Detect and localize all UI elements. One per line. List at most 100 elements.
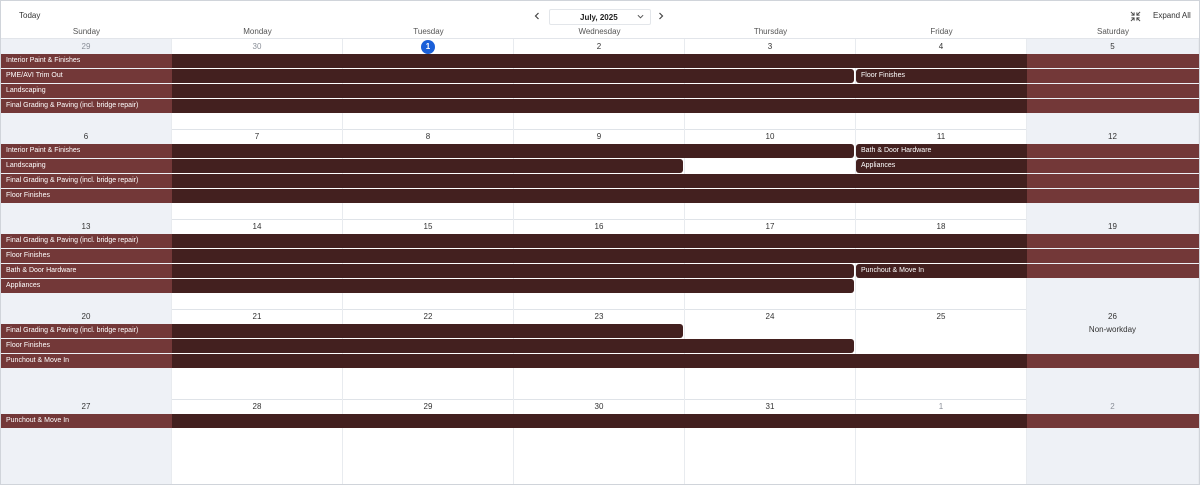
event-bar[interactable]: Floor Finishes (1, 339, 854, 353)
event-weekend-segment (1027, 189, 1199, 203)
event-bar[interactable]: Final Grading & Paving (incl. bridge rep… (1, 174, 1199, 188)
event-bar[interactable]: Punchout & Move In (1, 414, 1199, 428)
chevron-down-icon (637, 14, 644, 19)
day-number: 16 (594, 222, 604, 231)
event-weekend-segment (1027, 54, 1199, 68)
month-label: July, 2025 (580, 13, 618, 22)
day-number: 24 (765, 312, 775, 321)
non-workday-label: Non-workday (1088, 325, 1137, 334)
day-cell[interactable]: 27 (1, 399, 172, 484)
event-label: Appliances (6, 282, 41, 289)
event-bar[interactable]: Final Grading & Paving (incl. bridge rep… (1, 99, 1199, 113)
day-header-monday: Monday (243, 27, 272, 36)
day-number: 1 (343, 40, 513, 54)
event-weekend-segment (1027, 69, 1199, 83)
event-bar[interactable]: Final Grading & Paving (incl. bridge rep… (1, 234, 1199, 248)
calendar-week: 20 21 22 23 24 25 26 Non-workday Final Grading &… (1, 309, 1199, 400)
day-cell[interactable]: 30 (514, 399, 685, 484)
event-label: Punchout & Move In (6, 357, 70, 364)
day-number: 26 (1108, 312, 1117, 321)
day-number: 21 (252, 312, 262, 321)
next-month-button[interactable] (654, 9, 668, 23)
event-label: Floor Finishes (6, 252, 50, 259)
day-number: 9 (596, 132, 602, 141)
event-weekend-segment (1027, 84, 1199, 98)
event-bar[interactable]: Floor Finishes (856, 69, 1199, 83)
event-bar[interactable]: Appliances (1, 279, 854, 293)
event-weekend-segment (1027, 354, 1199, 368)
calendar-frame: Today July, 2025 Expand All Sunday Monda… (0, 0, 1200, 485)
event-label: Appliances (861, 162, 896, 169)
day-number: 19 (1108, 222, 1117, 231)
day-number: 14 (252, 222, 262, 231)
expand-all-button[interactable]: Expand All (1153, 11, 1191, 20)
day-cell[interactable]: 2 (1027, 399, 1199, 484)
day-number: 8 (425, 132, 431, 141)
event-label: Landscaping (6, 162, 46, 169)
event-bar[interactable]: Landscaping (1, 84, 1199, 98)
event-weekend-segment (1027, 144, 1199, 158)
event-label: Interior Paint & Finishes (6, 147, 81, 154)
day-cell[interactable]: 29 (343, 399, 514, 484)
today-button[interactable]: Today (19, 11, 40, 20)
day-number: 3 (767, 42, 773, 51)
event-bar[interactable]: Appliances (856, 159, 1199, 173)
day-cell[interactable]: 28 (172, 399, 343, 484)
event-label: Punchout & Move In (861, 267, 925, 274)
event-label: Final Grading & Paving (incl. bridge rep… (6, 327, 139, 334)
event-weekend-segment (1027, 234, 1199, 248)
day-cell[interactable]: 1 (856, 399, 1027, 484)
month-selector[interactable]: July, 2025 (549, 9, 651, 25)
event-bar[interactable]: PME/AVI Trim Out (1, 69, 854, 83)
event-label: PME/AVI Trim Out (6, 72, 63, 79)
day-header-row: Sunday Monday Tuesday Wednesday Thursday… (1, 26, 1199, 39)
event-label: Interior Paint & Finishes (6, 57, 81, 64)
day-number: 12 (1108, 132, 1117, 141)
day-number: 25 (936, 312, 946, 321)
previous-month-button[interactable] (530, 9, 544, 23)
day-number: 23 (594, 312, 604, 321)
event-bar[interactable]: Floor Finishes (1, 189, 1199, 203)
day-number: 31 (765, 402, 775, 411)
event-label: Final Grading & Paving (incl. bridge rep… (6, 102, 139, 109)
day-number: 1 (938, 402, 944, 411)
day-number: 30 (594, 402, 604, 411)
calendar-week: 13 14 15 16 17 18 19 Final Grading & Paving (in… (1, 219, 1199, 310)
day-number: 18 (936, 222, 946, 231)
day-header-sunday: Sunday (72, 27, 101, 36)
day-number: 15 (423, 222, 433, 231)
event-bar[interactable]: Interior Paint & Finishes (1, 54, 1199, 68)
day-header-saturday: Saturday (1096, 27, 1130, 36)
day-number: 22 (423, 312, 433, 321)
event-bar[interactable]: Bath & Door Hardware (856, 144, 1199, 158)
day-cell[interactable]: 31 (685, 399, 856, 484)
day-number: 2 (1110, 402, 1115, 411)
event-bar[interactable]: Punchout & Move In (1, 354, 1199, 368)
day-number: 27 (81, 402, 91, 411)
event-weekend-segment (1027, 174, 1199, 188)
event-label: Bath & Door Hardware (861, 147, 932, 154)
today-indicator: 1 (421, 40, 435, 54)
event-bar[interactable]: Punchout & Move In (856, 264, 1199, 278)
event-label: Final Grading & Paving (incl. bridge rep… (6, 177, 139, 184)
day-header-tuesday: Tuesday (413, 27, 444, 36)
day-number: 4 (938, 42, 944, 51)
calendar-week: 27 28 29 30 31 1 2 Punchout & Move In (1, 399, 1199, 484)
event-label: Floor Finishes (6, 342, 50, 349)
event-weekend-segment (1027, 99, 1199, 113)
collapse-icon[interactable] (1130, 11, 1141, 22)
event-weekend-segment (1027, 159, 1199, 173)
day-header-wednesday: Wednesday (578, 27, 621, 36)
day-number: 29 (81, 42, 91, 51)
day-header-friday: Friday (930, 27, 953, 36)
event-label: Floor Finishes (6, 192, 50, 199)
event-label: Landscaping (6, 87, 46, 94)
event-bar[interactable]: Interior Paint & Finishes (1, 144, 854, 158)
event-bar[interactable]: Landscaping (1, 159, 683, 173)
event-bar[interactable]: Bath & Door Hardware (1, 264, 854, 278)
event-bar[interactable]: Floor Finishes (1, 249, 1199, 263)
day-number: 2 (596, 42, 602, 51)
day-number: 7 (254, 132, 260, 141)
event-bar[interactable]: Final Grading & Paving (incl. bridge rep… (1, 324, 683, 338)
chevron-right-icon (659, 12, 664, 20)
